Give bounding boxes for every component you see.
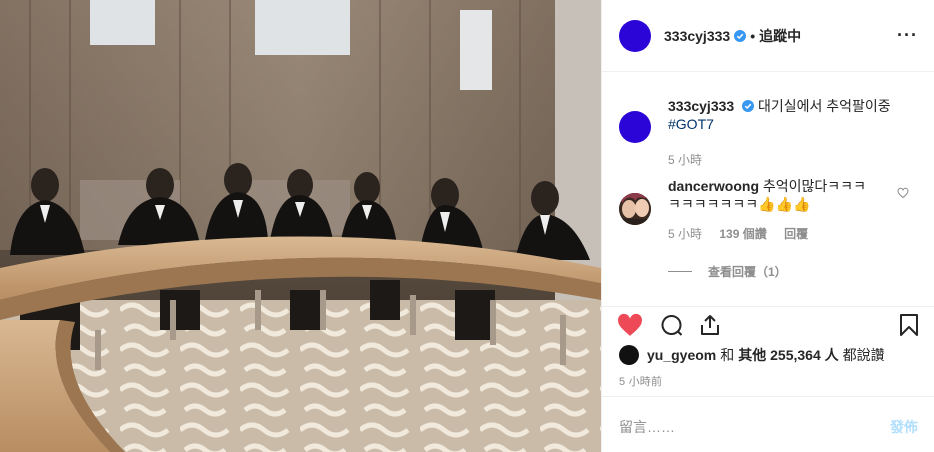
liker-avatar[interactable] — [619, 345, 639, 365]
post-header: 333cyj333 • 追蹤中 ··· — [602, 0, 934, 72]
add-comment-bar: 留言…… 發佈 — [602, 396, 934, 452]
caption-hashtag[interactable]: #GOT7 — [668, 115, 891, 133]
comment-text-line2: ㅋㅋㅋㅋㅋㅋㅋ👍👍👍 — [668, 196, 811, 212]
author-avatar[interactable] — [619, 19, 651, 52]
comment-meta: 5 小時 139 個讚 回覆 — [668, 225, 866, 243]
comment-text-line1: 추억이많다ㅋㅋㅋ — [762, 178, 866, 194]
likes-suffix: 都說讚 — [842, 347, 885, 363]
header-separator: • — [750, 27, 756, 44]
verified-badge-icon — [734, 29, 747, 42]
caption-avatar[interactable] — [619, 111, 651, 143]
action-bar — [602, 306, 934, 338]
small-heart-icon[interactable] — [897, 187, 909, 199]
bookmark-icon[interactable] — [898, 313, 920, 337]
heart-icon[interactable] — [617, 313, 643, 337]
post-image — [0, 0, 601, 452]
comment-body: dancerwoong 추억이많다ㅋㅋㅋ ㅋㅋㅋㅋㅋㅋㅋ👍👍👍 5 小時 139… — [668, 177, 866, 243]
post-photo[interactable] — [0, 0, 601, 452]
author-username[interactable]: 333cyj333 — [664, 28, 730, 44]
replies-divider — [668, 271, 692, 272]
likes-others[interactable]: 其他 255,364 人 — [738, 345, 838, 365]
likes-summary: yu_gyeom 和 其他 255,364 人 都說讚 — [619, 345, 885, 365]
commenter-avatar[interactable] — [619, 193, 651, 225]
liker-username[interactable]: yu_gyeom — [647, 347, 716, 363]
share-icon[interactable] — [698, 313, 722, 337]
instagram-post: 333cyj333 • 追蹤中 ··· 333cyj333 대기실에서 추억팔이… — [0, 0, 934, 452]
verified-badge-icon — [742, 100, 755, 112]
more-options-icon[interactable]: ··· — [897, 26, 918, 44]
reply-button[interactable]: 回覆 — [784, 227, 808, 241]
likes-and: 和 — [720, 347, 735, 363]
caption-text: 대기실에서 추억팔이중 — [757, 98, 891, 114]
following-button[interactable]: 追蹤中 — [759, 26, 801, 46]
post-details-panel: 333cyj333 • 追蹤中 ··· 333cyj333 대기실에서 추억팔이… — [601, 0, 934, 452]
comment: dancerwoong 추억이많다ㅋㅋㅋ ㅋㅋㅋㅋㅋㅋㅋ👍👍👍 5 小時 139… — [619, 177, 866, 243]
comment-icon[interactable] — [659, 313, 684, 337]
view-replies[interactable]: 查看回覆（1） — [668, 263, 787, 280]
caption: 333cyj333 대기실에서 추억팔이중 #GOT7 5 小時 — [619, 97, 891, 169]
comment-username[interactable]: dancerwoong — [668, 178, 759, 194]
view-replies-label: 查看回覆（1） — [708, 265, 787, 279]
post-time[interactable]: 5 小時前 — [619, 373, 662, 389]
comment-time[interactable]: 5 小時 — [668, 227, 702, 241]
commenter-avatar-image — [619, 193, 651, 225]
caption-username[interactable]: 333cyj333 — [668, 98, 734, 114]
comment-input[interactable]: 留言…… — [619, 417, 675, 437]
caption-body: 333cyj333 대기실에서 추억팔이중 #GOT7 5 小時 — [668, 97, 891, 169]
comments-section: 333cyj333 대기실에서 추억팔이중 #GOT7 5 小時 dancerw… — [602, 73, 934, 306]
post-comment-button[interactable]: 發佈 — [890, 417, 918, 437]
caption-time[interactable]: 5 小時 — [668, 153, 702, 167]
comment-likes[interactable]: 139 個讚 — [719, 227, 766, 241]
caption-meta: 5 小時 — [668, 151, 891, 169]
